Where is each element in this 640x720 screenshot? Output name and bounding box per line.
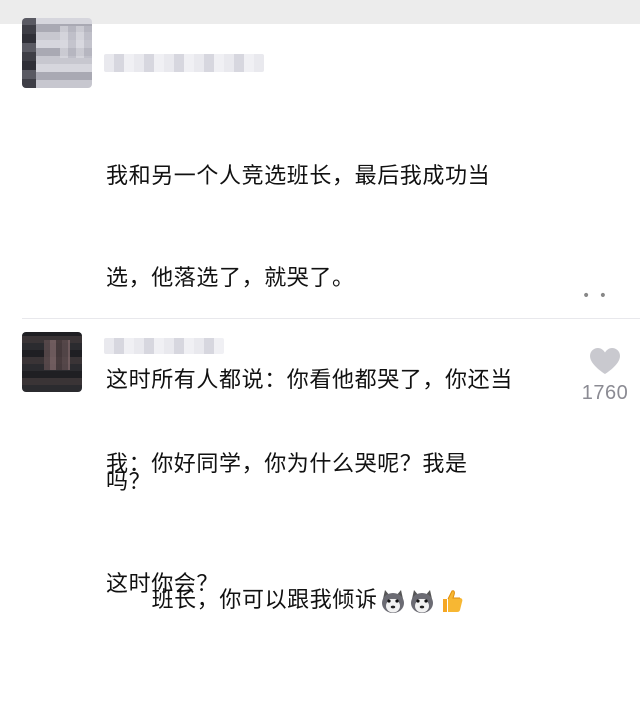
reply-line: 我：你好同学，你为什么哭呢？我是 [106,452,468,477]
like-button[interactable]: 1760 [570,346,640,405]
avatar[interactable] [22,18,92,88]
reply-text: 我：你好同学，你为什么哭呢？我是 班长，你可以跟我倾诉 [106,380,576,720]
divider [22,318,640,319]
heart-icon[interactable] [588,346,622,376]
husky-emoji-icon [381,590,404,613]
reply-line-with-emoji: 班长，你可以跟我倾诉 [106,550,576,652]
more-options-icon[interactable]: • • [582,288,609,304]
post-line: 选，他落选了，就哭了。 [106,266,355,291]
username-blurred[interactable] [104,54,264,72]
username-blurred[interactable] [104,338,224,354]
post-line: 我和另一个人竞选班长，最后我成功当 [106,164,491,189]
reply-line: 班长，你可以跟我倾诉 [151,588,378,613]
avatar[interactable] [22,332,82,392]
thumbs-up-emoji-icon [442,590,462,612]
husky-emoji-icon [410,590,433,613]
like-count: 1760 [581,382,629,404]
top-strip [0,0,640,24]
